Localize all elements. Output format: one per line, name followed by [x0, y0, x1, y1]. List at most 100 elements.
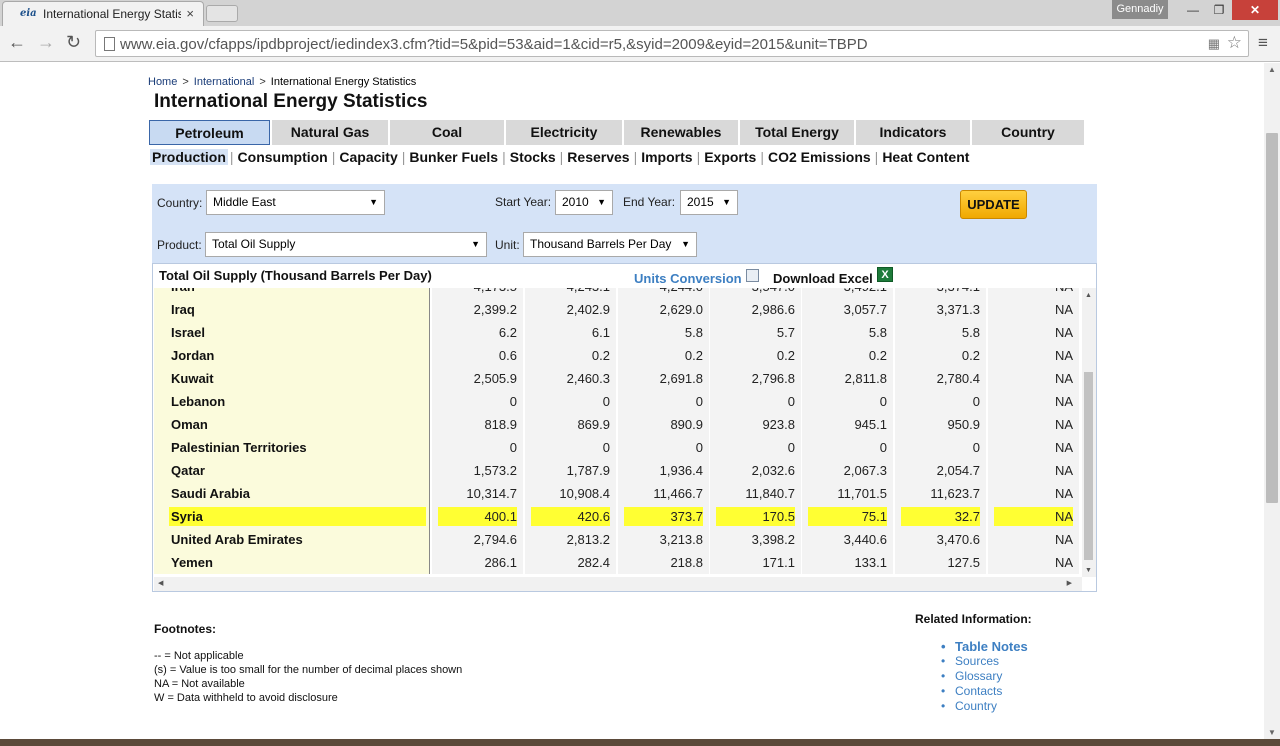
breadcrumb-home-link[interactable]: Home [148, 76, 177, 88]
subnav-consumption[interactable]: Consumption [236, 149, 330, 165]
row-value-cell: 1,936.4 [618, 459, 710, 482]
page-icon [104, 37, 115, 51]
country-select[interactable]: Middle East ▼ [206, 190, 385, 215]
scroll-left-arrow-icon[interactable]: ◀ [158, 579, 163, 587]
subnav-capacity[interactable]: Capacity [337, 149, 399, 165]
row-value-text: 0.6 [498, 348, 517, 363]
row-country-text: Qatar [171, 463, 205, 478]
calculator-icon[interactable] [746, 269, 759, 282]
tab-indicators[interactable]: Indicators [856, 120, 970, 145]
row-value-text: NA [994, 507, 1073, 526]
row-value-cell: 945.1 [802, 413, 894, 436]
subnav-imports[interactable]: Imports [639, 149, 694, 165]
footnote-line: -- = Not applicable [154, 650, 244, 662]
row-value-cell: 0 [525, 436, 617, 459]
row-value-cell: 0 [432, 390, 524, 413]
profile-user-badge[interactable]: Gennadiy [1112, 0, 1168, 19]
row-value-cell: 2,796.8 [710, 367, 802, 390]
table-row: United Arab Emirates 2,794.6 2,813.2 3,213.… [154, 528, 1082, 551]
row-value-text: NA [1054, 417, 1073, 432]
row-value-cell: 171.1 [710, 551, 802, 574]
scroll-down-arrow-icon[interactable]: ▼ [1268, 728, 1276, 737]
table-scroll-thumb[interactable] [1084, 372, 1093, 560]
subnav-heat-content[interactable]: Heat Content [880, 149, 971, 165]
row-value-cell: 3,470.6 [895, 528, 987, 551]
table-vertical-scrollbar[interactable]: ▲ ▼ [1082, 288, 1096, 577]
scroll-up-arrow-icon[interactable]: ▲ [1085, 292, 1092, 299]
tab-coal[interactable]: Coal [390, 120, 504, 145]
window-minimize-icon[interactable]: — [1180, 0, 1206, 20]
table-horizontal-scrollbar[interactable]: ◀ ▶ [154, 577, 1082, 591]
back-arrow-icon[interactable]: ← [8, 32, 26, 53]
table-row: Jordan 0.6 0.2 0.2 0.2 0.2 0.2 NA [154, 344, 1082, 367]
address-bar[interactable]: www.eia.gov/cfapps/ipdbproject/iedindex3… [95, 30, 1249, 57]
forward-arrow-icon[interactable]: → [37, 32, 55, 53]
tab-electricity[interactable]: Electricity [506, 120, 622, 145]
tab-renewables[interactable]: Renewables [624, 120, 738, 145]
download-excel-link[interactable]: Download Excel [773, 271, 873, 286]
update-button[interactable]: UPDATE [960, 190, 1027, 219]
page-scroll-thumb[interactable] [1266, 133, 1278, 503]
row-value-cell: 400.1 [432, 505, 524, 528]
row-value-cell: 0 [525, 390, 617, 413]
window-restore-icon[interactable]: ❐ [1206, 0, 1232, 20]
product-select-value: Total Oil Supply [212, 237, 296, 251]
row-value-cell: 2,986.6 [710, 298, 802, 321]
row-value-cell: 0 [618, 436, 710, 459]
browser-menu-icon[interactable]: ≡ [1258, 34, 1268, 51]
related-link-sources[interactable]: Sources [941, 654, 1028, 669]
row-value-cell: 0 [618, 390, 710, 413]
breadcrumb-international-link[interactable]: International [194, 76, 255, 88]
scroll-right-arrow-icon[interactable]: ▶ [1067, 579, 1072, 587]
unit-select[interactable]: Thousand Barrels Per Day ▼ [523, 232, 697, 257]
table-row: Qatar 1,573.2 1,787.9 1,936.4 2,032.6 2,067.3… [154, 459, 1082, 482]
related-link-contacts[interactable]: Contacts [941, 684, 1028, 699]
row-country-text: Iran [171, 288, 195, 294]
bookmark-star-icon[interactable]: ☆ [1227, 33, 1242, 53]
new-tab-button[interactable] [206, 5, 238, 22]
subnav-exports[interactable]: Exports [702, 149, 758, 165]
row-value-cell: 282.4 [525, 551, 617, 574]
sub-navigation: Production | Consumption | Capacity | Bunker F… [150, 149, 971, 165]
related-link-glossary[interactable]: Glossary [941, 669, 1028, 684]
browser-tab-active[interactable]: eia International Energy Statis × [2, 1, 204, 26]
tab-natural-gas[interactable]: Natural Gas [272, 120, 388, 145]
row-value-text: 2,402.9 [566, 302, 610, 317]
row-country-name: Oman [154, 413, 430, 436]
row-value-text: 5.8 [868, 325, 887, 340]
subnav-bunker-fuels[interactable]: Bunker Fuels [407, 149, 500, 165]
page-vertical-scrollbar[interactable]: ▲ ▼ [1264, 63, 1280, 739]
row-value-text: 171.1 [762, 555, 795, 570]
subnav-co2-emissions[interactable]: CO2 Emissions [766, 149, 873, 165]
tab-total-energy[interactable]: Total Energy [740, 120, 854, 145]
start-year-select[interactable]: 2010 ▼ [555, 190, 613, 215]
row-value-cell: 32.7 [895, 505, 987, 528]
tab-petroleum[interactable]: Petroleum [149, 120, 270, 145]
units-conversion-link[interactable]: Units Conversion [634, 271, 742, 286]
excel-icon[interactable]: X [877, 267, 893, 282]
table-row: Palestinian Territories 0 0 0 0 0 0 NA [154, 436, 1082, 459]
related-link-table-notes[interactable]: Table Notes [941, 639, 1028, 654]
translate-icon[interactable]: ▦ [1208, 36, 1220, 52]
subnav-stocks[interactable]: Stocks [508, 149, 558, 165]
related-link-country[interactable]: Country [941, 699, 1028, 714]
product-select[interactable]: Total Oil Supply ▼ [205, 232, 487, 257]
related-info-title: Related Information: [915, 612, 1032, 626]
tab-close-icon[interactable]: × [186, 6, 194, 21]
scroll-up-arrow-icon[interactable]: ▲ [1268, 65, 1276, 74]
reload-icon[interactable]: ↻ [66, 32, 81, 53]
scroll-down-arrow-icon[interactable]: ▼ [1085, 567, 1092, 574]
tab-country[interactable]: Country [972, 120, 1084, 145]
subnav-production[interactable]: Production [150, 149, 228, 165]
row-value-text: 0.2 [961, 348, 980, 363]
url-text[interactable]: www.eia.gov/cfapps/ipdbproject/iedindex3… [120, 36, 868, 53]
row-value-cell: 2,067.3 [802, 459, 894, 482]
row-value-cell: 923.8 [710, 413, 802, 436]
row-value-text: 6.1 [591, 325, 610, 340]
end-year-select[interactable]: 2015 ▼ [680, 190, 738, 215]
window-close-icon[interactable]: ✕ [1232, 0, 1278, 20]
subnav-reserves[interactable]: Reserves [565, 149, 631, 165]
data-grid[interactable]: Iran 4,173.5 4,243.1 4,244.0 3,547.0 3,492.1 3… [154, 288, 1082, 577]
row-value-cell: 5.8 [618, 321, 710, 344]
data-rows: Iran 4,173.5 4,243.1 4,244.0 3,547.0 3,492.1 3… [154, 288, 1082, 574]
